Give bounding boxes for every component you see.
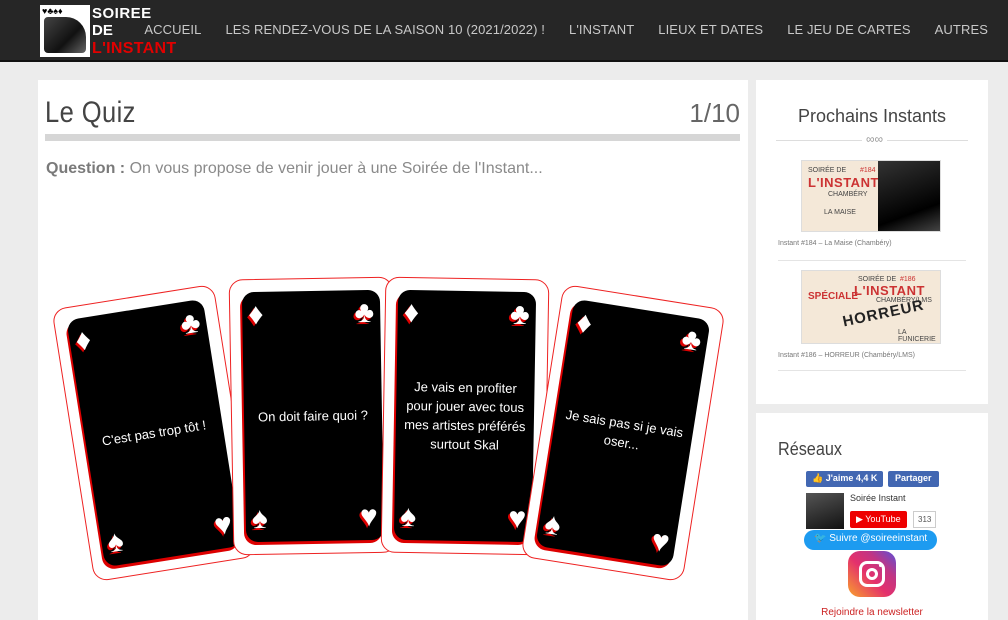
answer-card-1[interactable]: ♦ ♣ C'est pas trop tôt ! ♠ ♥ [51,283,257,583]
event-thumb-184[interactable]: SOIRÉE DE #184 L'INSTANT CHAMBÉRY LA MAI… [801,160,941,232]
event-thumb-186[interactable]: SOIRÉE DE #186 L'INSTANT CHAMBÉRY/LMS SP… [801,270,941,344]
event-thumb-number: #184 [860,167,876,174]
nav-autres[interactable]: AUTRES [935,22,988,37]
youtube-channel-name[interactable]: Soirée Instant [850,493,906,503]
spade-icon: ♠ [251,501,269,536]
event-thumb-venue: LA MAISE [824,209,856,216]
event-thumb-ribbon: SPÉCIALE [808,291,859,302]
nav-lieux-dates[interactable]: LIEUX ET DATES [658,22,763,37]
networks-title: Réseaux [778,439,842,459]
event-thumb-place: CHAMBÉRY [828,191,868,198]
youtube-avatar [806,493,844,529]
question-text: On vous propose de venir jouer à une Soi… [129,160,543,177]
card-face: ♦ ♣ On doit faire quoi ? ♠ ♥ [241,289,385,543]
instagram-icon[interactable] [848,551,896,597]
event-thumb-small: SOIRÉE DE [808,167,847,174]
diamond-icon: ♦ [403,295,420,330]
logo-portrait [44,17,86,53]
youtube-subscriber-count: 313 [913,511,937,528]
heart-icon: ♥ [649,524,672,560]
nav-accueil[interactable]: ACCUEIL [144,22,201,37]
upcoming-title: Prochains Instants [797,106,947,126]
quiz-progress-bar [45,134,740,141]
ornament-icon: ∞∞ [862,132,888,146]
event-caption-186[interactable]: Instant #186 – HORREUR (Chambéry/LMS) [778,352,915,359]
twitter-follow-button[interactable]: 🐦 Suivre @soireeinstant [804,530,938,550]
answer-text: On doit faire quoi ? [257,407,369,425]
event-caption-184[interactable]: Instant #184 – La Maise (Chambéry) [778,240,892,247]
diamond-icon: ♦ [73,322,94,358]
instagram-lens [866,568,878,580]
networks-widget: Réseaux 👍 J'aime 4,4 K Partager Soirée I… [756,413,988,620]
youtube-subscribe-button[interactable]: ▶ YouTube [850,511,907,528]
event-thumb-big: L'INSTANT [808,175,879,190]
question: Question : On vous propose de venir joue… [46,160,543,178]
page-title: Le Quiz [45,96,136,129]
club-icon: ♣ [178,305,203,342]
event-thumb-venue: LA FUNICERIE [898,329,936,343]
answer-card-2[interactable]: ♦ ♣ On doit faire quoi ? ♠ ♥ [228,276,398,556]
top-navbar: ♥♣♠♦ SOIREE DE L'INSTANT ACCUEIL LES REN… [0,0,1008,62]
newsletter-link[interactable]: Rejoindre la newsletter [756,607,988,618]
spade-icon: ♠ [399,499,417,534]
club-icon: ♣ [679,322,704,358]
card-face: ♦ ♣ C'est pas trop tôt ! ♠ ♥ [66,298,242,568]
quiz-progress-count: 1/10 [689,98,740,128]
logo-suits: ♥♣♠♦ [42,6,63,16]
event-thumb-small: SOIRÉE DE [858,276,897,283]
heart-icon: ♥ [211,507,235,543]
divider [778,370,966,371]
logo-line-1: SOIREE [92,5,152,22]
nav-jeu-de-cartes[interactable]: LE JEU DE CARTES [787,22,910,37]
answer-card-3[interactable]: ♦ ♣ Je vais en profiter pour jouer avec … [380,276,550,556]
card-face: ♦ ♣ Je vais en profiter pour jouer avec … [393,289,537,543]
answer-text: Je sais pas si je vais oser... [564,406,685,453]
question-label: Question : [46,160,126,177]
logo-image: ♥♣♠♦ [40,5,90,57]
club-icon: ♣ [509,297,531,332]
facebook-like-button[interactable]: 👍 J'aime 4,4 K [806,471,884,487]
answer-text: C'est pas trop tôt ! [100,417,208,449]
card-face: ♦ ♣ Je sais pas si je vais oser... ♠ ♥ [535,298,711,568]
logo-line-2: DE [92,22,113,39]
instagram-flash [879,564,882,567]
answer-text: Je vais en profiter pour jouer avec tous… [404,379,526,453]
event-thumb-big: L'INSTANT [854,283,925,298]
upcoming-widget: Prochains Instants ∞∞ SOIRÉE DE #184 L'I… [756,80,988,404]
heart-icon: ♥ [359,499,379,534]
club-icon: ♣ [354,295,375,330]
logo-line-3: L'INSTANT [92,40,177,57]
facebook-share-button[interactable]: Partager [888,471,939,487]
spade-icon: ♠ [105,524,126,560]
nav-linstant[interactable]: L'INSTANT [569,22,634,37]
ornament-divider: ∞∞ [776,132,968,146]
spade-icon: ♠ [542,507,564,543]
event-thumb-number: #186 [900,276,916,283]
quiz-panel: Le Quiz 1/10 Question : On vous propose … [38,80,748,620]
answer-card-4[interactable]: ♦ ♣ Je sais pas si je vais oser... ♠ ♥ [520,283,726,583]
event-photo [878,161,940,231]
diamond-icon: ♦ [574,305,595,341]
divider [778,260,966,261]
diamond-icon: ♦ [247,297,264,332]
main-nav: ACCUEIL LES RENDEZ-VOUS DE LA SAISON 10 … [144,22,988,37]
nav-rendez-vous[interactable]: LES RENDEZ-VOUS DE LA SAISON 10 (2021/20… [225,22,545,37]
